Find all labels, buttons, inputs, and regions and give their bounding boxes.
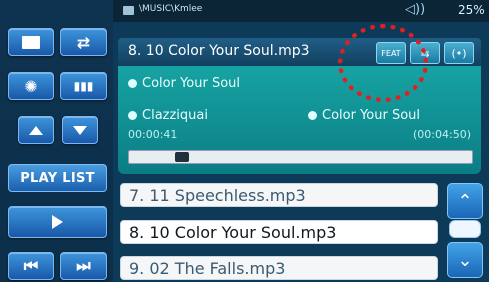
album-name: Color Your Soul <box>322 108 421 123</box>
play-button[interactable] <box>8 206 107 238</box>
settings-button[interactable]: ✺ <box>8 72 54 100</box>
track-info-panel: Color Your Soul Clazziquai Color Your So… <box>118 66 481 174</box>
album-icon <box>308 111 317 120</box>
disc-icon <box>128 79 137 88</box>
chevron-up-icon: ⌃ <box>457 190 473 212</box>
artist-icon <box>128 111 137 120</box>
playlist-label: PLAY LIST <box>20 170 95 186</box>
playlist-item[interactable]: 7. 11 Speechless.mp3 <box>120 183 438 207</box>
playlist-item-label: 8. 10 Color Your Soul.mp3 <box>129 222 337 242</box>
skip-back-icon: ⏮ <box>23 256 39 275</box>
previous-button[interactable]: ⏮ <box>8 252 54 280</box>
highlight-circle <box>338 24 428 102</box>
stereo-button[interactable]: (•) <box>444 42 474 64</box>
now-playing-title: 8. 10 Color Your Soul.mp3 <box>128 43 310 59</box>
repeat-icon: ⇄ <box>76 32 91 52</box>
battery-level: 25% <box>458 3 485 17</box>
song-name: Color Your Soul <box>142 76 241 91</box>
equalizer-button[interactable]: ▮▮▮ <box>60 72 107 100</box>
album-row: Color Your Soul <box>308 108 420 123</box>
progress-slider[interactable] <box>128 150 473 164</box>
repeat-button[interactable]: ⇄ <box>60 28 107 56</box>
equalizer-icon: ▮▮▮ <box>73 79 94 93</box>
next-button[interactable]: ⏭ <box>60 252 107 280</box>
elapsed-time: 00:00:41 <box>128 128 178 141</box>
playlist-button[interactable]: PLAY LIST <box>8 164 107 192</box>
down-button[interactable] <box>62 116 98 144</box>
status-bar: \MUSIC\Kmlee ◁)) 25% <box>113 0 489 22</box>
folder-path: \MUSIC\Kmlee <box>139 4 203 14</box>
music-player-screen: ⇄ ✺ ▮▮▮ PLAY LIST ⏮ ⏭ \MUSIC\Kmlee ◁)) 2… <box>0 0 489 282</box>
play-icon <box>52 215 63 229</box>
folder-button[interactable] <box>8 28 54 56</box>
song-row: Color Your Soul <box>128 76 240 91</box>
playlist-item-label: 9. 02 The Falls.mp3 <box>129 258 286 278</box>
skip-forward-icon: ⏭ <box>76 256 91 275</box>
progress-thumb[interactable] <box>175 152 189 162</box>
playlist-item-active[interactable]: 8. 10 Color Your Soul.mp3 <box>120 220 438 244</box>
triangle-up-icon <box>29 125 43 135</box>
gear-icon: ✺ <box>24 76 38 96</box>
triangle-down-icon <box>73 125 87 135</box>
chevron-down-icon: ⌄ <box>457 249 473 271</box>
folder-icon <box>123 6 134 15</box>
folder-icon <box>22 35 40 49</box>
playlist-item-label: 7. 11 Speechless.mp3 <box>129 185 306 205</box>
up-button[interactable] <box>18 116 54 144</box>
scroll-up-button[interactable]: ⌃ <box>447 183 483 219</box>
artist-name: Clazziquai <box>142 108 208 123</box>
artist-row: Clazziquai <box>128 108 208 123</box>
total-time: (00:04:50) <box>413 128 471 141</box>
speaker-icon: ◁)) <box>405 2 426 17</box>
playlist-item[interactable]: 9. 02 The Falls.mp3 <box>120 256 438 280</box>
scroll-down-button[interactable]: ⌄ <box>447 242 483 278</box>
scroll-thumb[interactable] <box>449 220 481 238</box>
left-control-panel: ⇄ ✺ ▮▮▮ PLAY LIST ⏮ ⏭ <box>0 0 113 282</box>
stereo-icon: (•) <box>451 46 467 60</box>
